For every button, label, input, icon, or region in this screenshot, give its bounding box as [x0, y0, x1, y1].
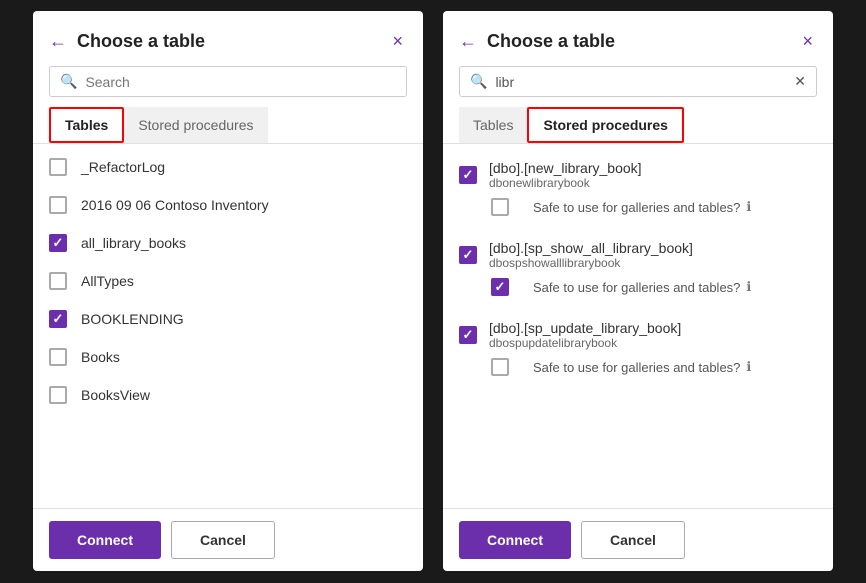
right-tab-tables[interactable]: Tables — [459, 107, 527, 143]
safe-label: Safe to use for galleries and tables? — [533, 200, 740, 215]
sp-subname: dbonewlibrarybook — [489, 176, 642, 190]
sp-name: [dbo].[sp_update_library_book] — [489, 320, 681, 336]
sp-info: [dbo].[sp_show_all_library_book]dbospsho… — [489, 240, 693, 270]
item-label: 2016 09 06 Contoso Inventory — [81, 197, 269, 213]
right-panel: ← Choose a table × 🔍 ✕ Tables Stored pro… — [443, 11, 833, 571]
checkbox[interactable] — [49, 310, 67, 328]
table-row[interactable]: AllTypes — [33, 262, 423, 300]
left-panel-footer: Connect Cancel — [33, 508, 423, 571]
table-row[interactable]: 2016 09 06 Contoso Inventory — [33, 186, 423, 224]
left-panel-title: Choose a table — [77, 31, 388, 52]
right-search-container: 🔍 ✕ — [443, 66, 833, 107]
sp-main-row[interactable]: [dbo].[new_library_book]dbonewlibraryboo… — [459, 156, 817, 194]
left-search-icon: 🔍 — [60, 73, 77, 90]
sp-main-row[interactable]: [dbo].[sp_show_all_library_book]dbospsho… — [459, 236, 817, 274]
safe-checkbox[interactable] — [491, 198, 509, 216]
sp-info: [dbo].[sp_update_library_book]dbospupdat… — [489, 320, 681, 350]
safe-checkbox[interactable] — [491, 278, 509, 296]
left-panel: ← Choose a table × 🔍 Tables Stored proce… — [33, 11, 423, 571]
safe-row[interactable]: Safe to use for galleries and tables? ℹ — [459, 354, 817, 384]
left-cancel-button[interactable]: Cancel — [171, 521, 275, 559]
safe-row[interactable]: Safe to use for galleries and tables? ℹ — [459, 274, 817, 304]
left-panel-header: ← Choose a table × — [33, 11, 423, 66]
right-connect-button[interactable]: Connect — [459, 521, 571, 559]
right-search-icon: 🔍 — [470, 73, 487, 90]
checkbox[interactable] — [49, 348, 67, 366]
left-tabs-container: Tables Stored procedures — [33, 107, 423, 144]
item-label: BooksView — [81, 387, 150, 403]
safe-checkbox[interactable] — [491, 358, 509, 376]
sp-name: [dbo].[sp_show_all_library_book] — [489, 240, 693, 256]
right-items-list: [dbo].[new_library_book]dbonewlibraryboo… — [443, 144, 833, 392]
item-label: all_library_books — [81, 235, 186, 251]
table-row[interactable]: all_library_books — [33, 224, 423, 262]
checkbox[interactable] — [49, 272, 67, 290]
item-label: _RefactorLog — [81, 159, 165, 175]
checkbox[interactable] — [49, 196, 67, 214]
right-cancel-button[interactable]: Cancel — [581, 521, 685, 559]
sp-subname: dbospshowalllibrarybook — [489, 256, 693, 270]
safe-label: Safe to use for galleries and tables? — [533, 360, 740, 375]
right-items-wrapper: [dbo].[new_library_book]dbonewlibraryboo… — [443, 144, 833, 508]
panels-container: ← Choose a table × 🔍 Tables Stored proce… — [0, 0, 866, 583]
sp-info: [dbo].[new_library_book]dbonewlibraryboo… — [489, 160, 642, 190]
table-row[interactable]: BooksView — [33, 376, 423, 414]
left-tab-tables[interactable]: Tables — [49, 107, 124, 143]
sp-item: [dbo].[new_library_book]dbonewlibraryboo… — [443, 148, 833, 228]
checkbox[interactable] — [49, 158, 67, 176]
left-items-wrapper: _RefactorLog 2016 09 06 Contoso Inventory… — [33, 144, 423, 508]
sp-main-row[interactable]: [dbo].[sp_update_library_book]dbospupdat… — [459, 316, 817, 354]
table-row[interactable]: Books — [33, 338, 423, 376]
right-panel-header: ← Choose a table × — [443, 11, 833, 66]
sp-name: [dbo].[new_library_book] — [489, 160, 642, 176]
table-row[interactable]: _RefactorLog — [33, 148, 423, 186]
left-back-arrow[interactable]: ← — [49, 31, 67, 52]
left-connect-button[interactable]: Connect — [49, 521, 161, 559]
left-close-button[interactable]: × — [388, 29, 407, 54]
right-panel-footer: Connect Cancel — [443, 508, 833, 571]
safe-label: Safe to use for galleries and tables? — [533, 280, 740, 295]
sp-item: [dbo].[sp_show_all_library_book]dbospsho… — [443, 228, 833, 308]
left-items-list: _RefactorLog 2016 09 06 Contoso Inventory… — [33, 144, 423, 418]
left-search-input[interactable] — [85, 74, 396, 90]
sp-subname: dbospupdatelibrarybook — [489, 336, 681, 350]
sp-checkbox[interactable] — [459, 246, 477, 264]
sp-checkbox[interactable] — [459, 326, 477, 344]
checkbox[interactable] — [49, 234, 67, 252]
info-icon: ℹ — [746, 199, 751, 215]
info-icon: ℹ — [746, 279, 751, 295]
item-label: AllTypes — [81, 273, 134, 289]
right-panel-title: Choose a table — [487, 31, 798, 52]
sp-checkbox[interactable] — [459, 166, 477, 184]
left-search-wrapper: 🔍 — [49, 66, 407, 97]
right-tabs-container: Tables Stored procedures — [443, 107, 833, 144]
item-label: Books — [81, 349, 120, 365]
table-row[interactable]: BOOKLENDING — [33, 300, 423, 338]
checkbox[interactable] — [49, 386, 67, 404]
right-back-arrow[interactable]: ← — [459, 31, 477, 52]
item-label: BOOKLENDING — [81, 311, 184, 327]
info-icon: ℹ — [746, 359, 751, 375]
left-search-container: 🔍 — [33, 66, 423, 107]
left-tab-stored-procedures[interactable]: Stored procedures — [124, 107, 267, 143]
sp-item: [dbo].[sp_update_library_book]dbospupdat… — [443, 308, 833, 388]
right-search-clear-button[interactable]: ✕ — [794, 73, 806, 90]
right-close-button[interactable]: × — [798, 29, 817, 54]
safe-row[interactable]: Safe to use for galleries and tables? ℹ — [459, 194, 817, 224]
right-tab-stored-procedures[interactable]: Stored procedures — [527, 107, 683, 143]
right-search-input[interactable] — [495, 74, 794, 90]
right-search-wrapper: 🔍 ✕ — [459, 66, 817, 97]
